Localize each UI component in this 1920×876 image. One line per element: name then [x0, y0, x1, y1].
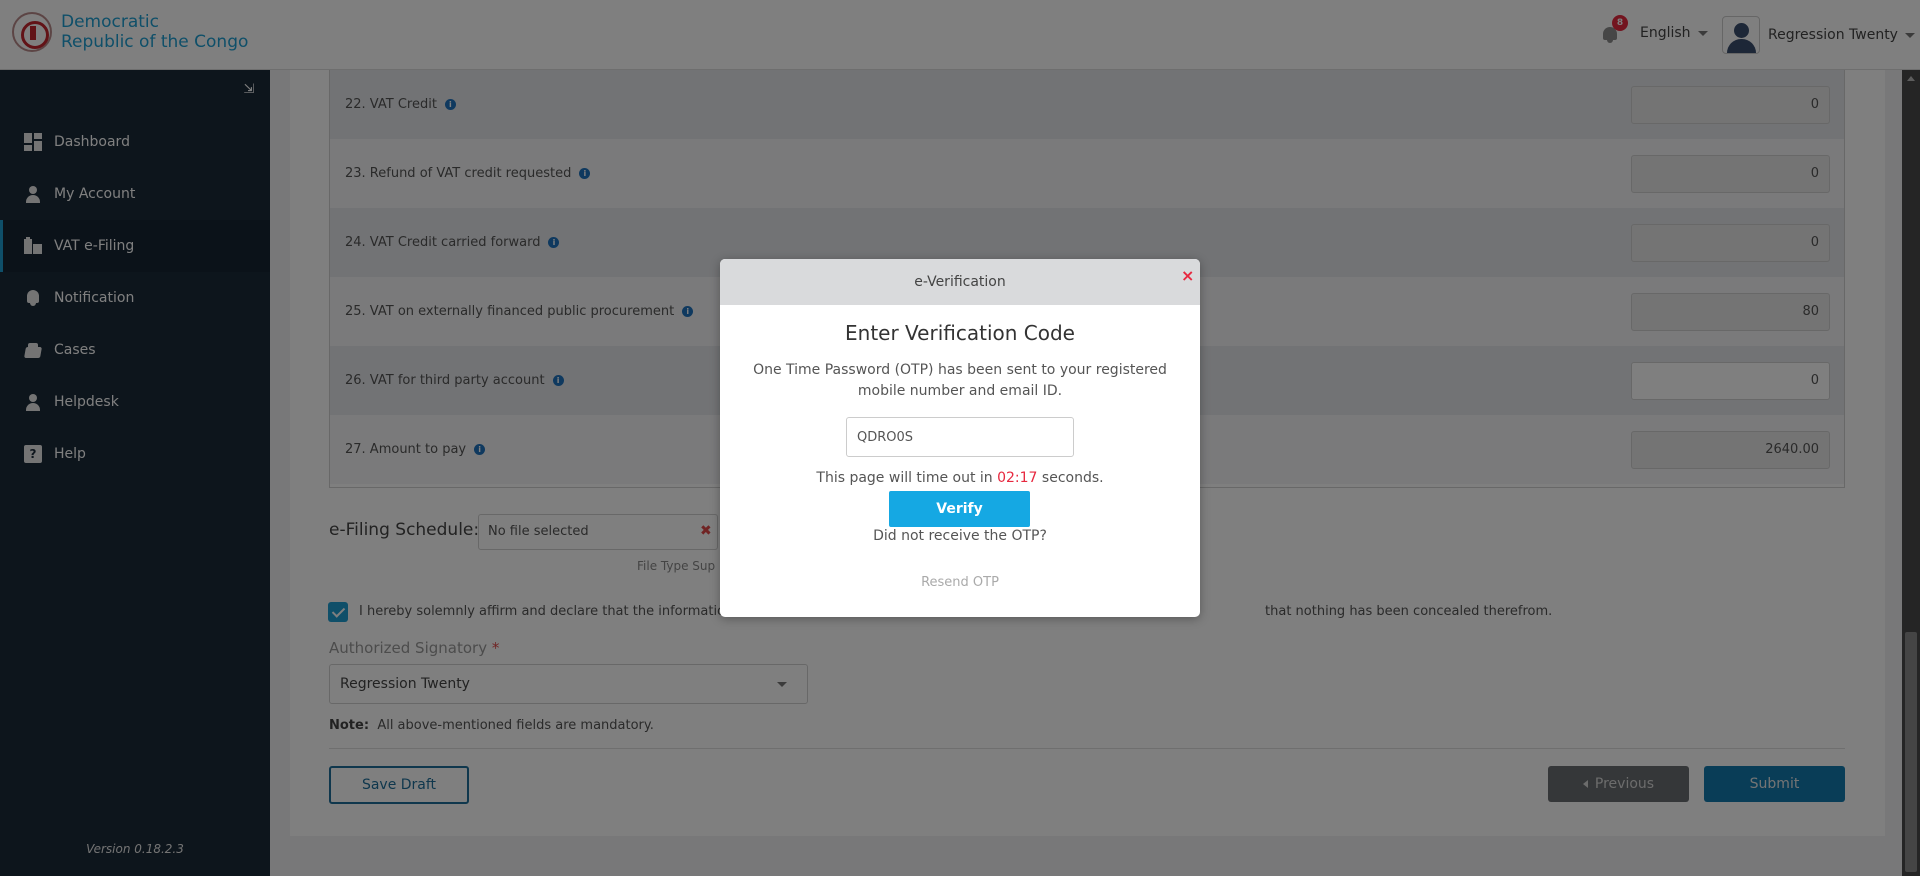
resend-otp-link[interactable]: Resend OTP — [720, 575, 1200, 590]
verify-button[interactable]: Verify — [889, 491, 1030, 527]
timeout-message: This page will time out in 02:17 seconds… — [720, 470, 1200, 486]
otp-input[interactable] — [846, 417, 1074, 457]
timeout-prefix: This page will time out in — [816, 470, 993, 486]
e-verification-modal: e-Verification × Enter Verification Code… — [720, 259, 1200, 617]
otp-sent-message: One Time Password (OTP) has been sent to… — [753, 362, 1167, 399]
close-icon[interactable]: × — [1181, 267, 1194, 285]
timeout-suffix: seconds. — [1041, 470, 1104, 486]
modal-header: e-Verification — [720, 259, 1200, 305]
countdown-timer: 02:17 — [997, 470, 1038, 486]
no-otp-text: Did not receive the OTP? — [873, 528, 1047, 544]
modal-title: Enter Verification Code — [845, 321, 1075, 345]
